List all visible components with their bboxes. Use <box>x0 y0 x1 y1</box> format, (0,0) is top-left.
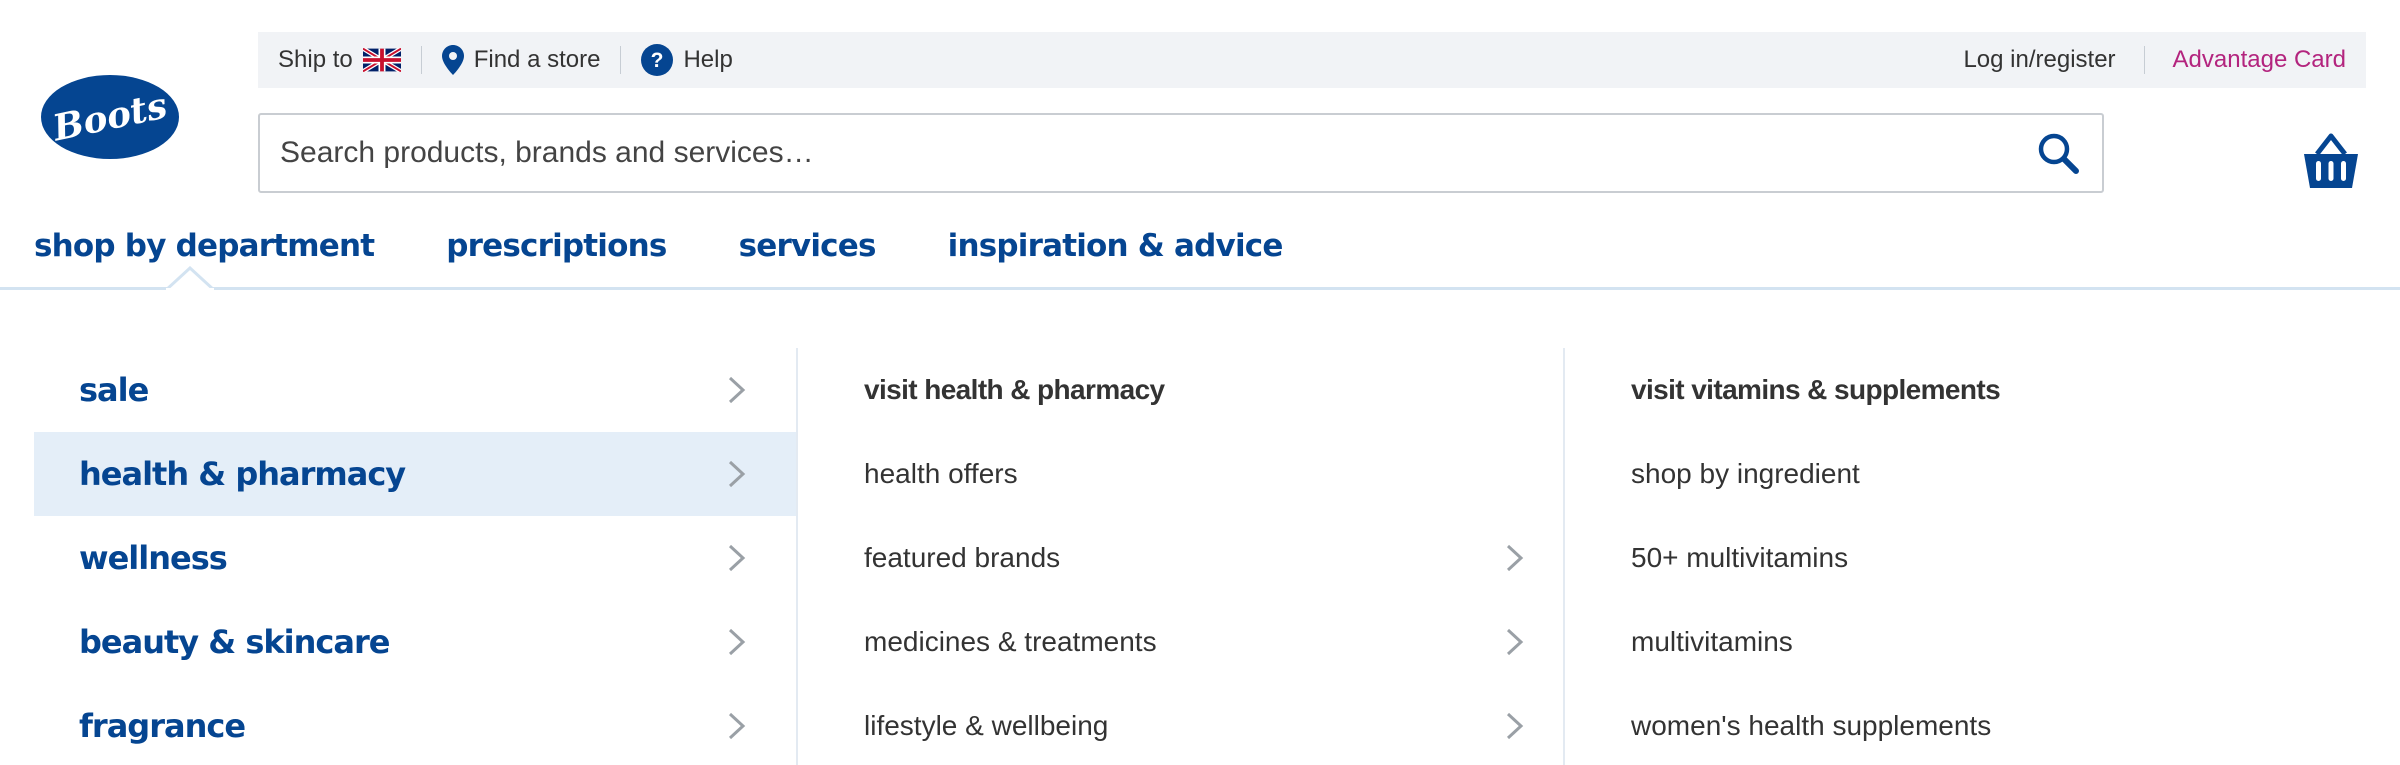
tab-prescriptions[interactable]: prescriptions <box>446 220 667 287</box>
chevron-right-icon <box>728 628 746 656</box>
department-label: sale <box>79 371 149 409</box>
health-pharmacy-submenu: visit health & pharmacy health offers fe… <box>864 348 1526 765</box>
visit-vitamins-supplements-link[interactable]: visit vitamins & supplements <box>1631 348 2331 432</box>
medicines-treatments-link[interactable]: medicines & treatments <box>864 600 1526 684</box>
department-mega-menu: sale health & pharmacy wellness beauty &… <box>0 293 2400 765</box>
tab-inspiration-advice[interactable]: inspiration & advice <box>948 220 1284 287</box>
department-list: sale health & pharmacy wellness beauty &… <box>34 348 796 765</box>
ship-to-label: Ship to <box>278 46 353 73</box>
chevron-right-icon <box>728 712 746 740</box>
chevron-right-icon <box>1506 712 1524 740</box>
department-item-wellness[interactable]: wellness <box>34 516 796 600</box>
find-store-link[interactable]: Find a store <box>441 45 601 75</box>
featured-brands-link[interactable]: featured brands <box>864 516 1526 600</box>
main-navigation: shop by department prescriptions service… <box>0 220 2400 290</box>
separator <box>2143 46 2145 74</box>
login-register-link[interactable]: Log in/register <box>1963 46 2115 74</box>
search-icon <box>2038 133 2079 174</box>
search-button[interactable] <box>2034 129 2082 177</box>
shop-by-ingredient-link[interactable]: shop by ingredient <box>1631 432 2331 516</box>
basket-icon <box>2304 133 2358 188</box>
ship-to-selector[interactable]: Ship to <box>278 46 401 74</box>
map-pin-icon <box>441 45 464 75</box>
find-store-label: Find a store <box>473 46 601 73</box>
department-item-beauty-skincare[interactable]: beauty & skincare <box>34 600 796 684</box>
help-label: Help <box>683 46 733 73</box>
fifty-plus-multivitamins-link[interactable]: 50+ multivitamins <box>1631 516 2331 600</box>
column-divider <box>1563 348 1565 765</box>
department-item-health-pharmacy[interactable]: health & pharmacy <box>34 432 796 516</box>
separator <box>620 46 622 74</box>
column-divider <box>796 348 798 765</box>
vitamins-supplements-submenu: visit vitamins & supplements shop by ing… <box>1631 348 2331 765</box>
department-label: health & pharmacy <box>79 455 406 493</box>
utility-bar: Ship to Find a store ? Help Log in/regis… <box>258 32 2366 88</box>
lifestyle-wellbeing-link[interactable]: lifestyle & wellbeing <box>864 684 1526 765</box>
search-bar <box>258 113 2104 193</box>
department-item-fragrance[interactable]: fragrance <box>34 684 796 765</box>
department-label: beauty & skincare <box>79 623 390 661</box>
multivitamins-link[interactable]: multivitamins <box>1631 600 2331 684</box>
chevron-right-icon <box>1506 628 1524 656</box>
chevron-right-icon <box>728 460 746 488</box>
department-item-sale[interactable]: sale <box>34 348 796 432</box>
uk-flag-icon <box>362 48 401 72</box>
tab-services[interactable]: services <box>739 220 877 287</box>
chevron-right-icon <box>728 544 746 572</box>
search-input[interactable] <box>280 136 2034 170</box>
chevron-right-icon <box>728 376 746 404</box>
question-circle-icon: ? <box>641 44 674 76</box>
department-label: wellness <box>79 539 228 577</box>
help-link[interactable]: ? Help <box>641 44 733 76</box>
separator <box>420 46 422 74</box>
active-tab-pointer <box>166 266 214 290</box>
womens-health-supplements-link[interactable]: women's health supplements <box>1631 684 2331 765</box>
chevron-right-icon <box>1506 544 1524 572</box>
boots-logo[interactable]: Boots <box>40 74 180 160</box>
basket-button[interactable] <box>2302 132 2360 190</box>
department-label: fragrance <box>79 707 246 745</box>
svg-text:?: ? <box>651 49 664 72</box>
health-offers-link[interactable]: health offers <box>864 432 1526 516</box>
visit-health-pharmacy-link[interactable]: visit health & pharmacy <box>864 348 1526 432</box>
advantage-card-link[interactable]: Advantage Card <box>2173 46 2346 74</box>
